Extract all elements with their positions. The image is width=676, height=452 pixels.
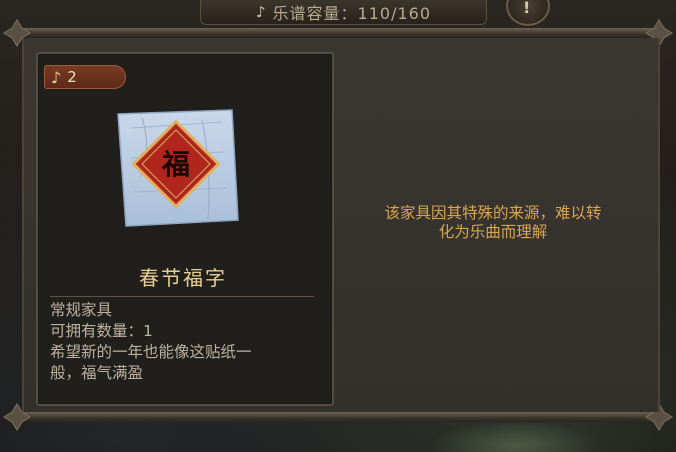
score-capacity-bar: ♪ 乐谱容量：110/160 <box>200 0 487 25</box>
svg-text:福: 福 <box>161 148 190 181</box>
exclamation-icon: ! <box>523 0 531 17</box>
music-note-icon: ♪ <box>255 3 267 21</box>
divider <box>50 296 314 297</box>
music-note-icon: ♪ <box>51 67 62 87</box>
score-cost-value: 2 <box>67 68 77 86</box>
item-name: 春节福字 <box>139 266 227 290</box>
item-category: 常规家具 <box>50 301 113 319</box>
description-line1: 该家具因其特殊的来源，难以转 <box>384 204 602 222</box>
score-capacity-label: 乐谱容量：110/160 <box>272 4 432 23</box>
item-flavor-line1: 希望新的一年也能像这贴纸一 <box>50 343 252 361</box>
description-line2: 化为乐曲而理解 <box>438 223 548 241</box>
fu-sticker-icon: 福 <box>112 108 244 228</box>
item-info: 常规家具 可拥有数量：1 希望新的一年也能像这贴纸一 般，福气满盈 <box>50 300 318 384</box>
conversion-description: 该家具因其特殊的来源，难以转 化为乐曲而理解 <box>338 204 648 242</box>
score-cost-badge: ♪ 2 <box>44 65 126 89</box>
item-quantity: 可拥有数量：1 <box>50 322 153 340</box>
background-decoration <box>430 420 600 452</box>
item-flavor-line2: 般，福气满盈 <box>50 364 144 382</box>
scroll-rod-top <box>10 28 666 38</box>
